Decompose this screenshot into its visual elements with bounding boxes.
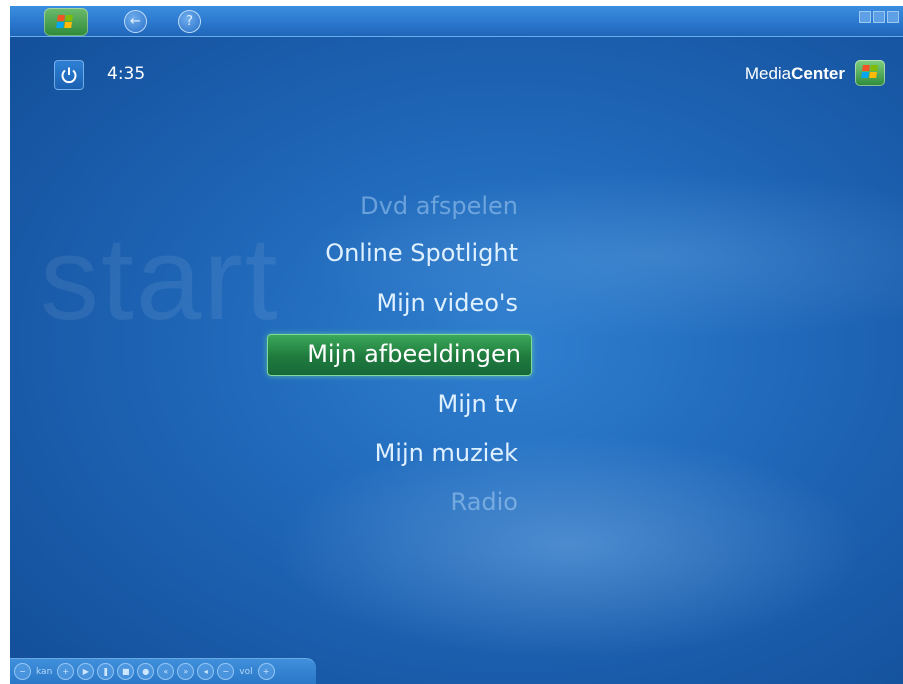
- transport-controls: − kan + ▶ ❚ ■ ● « » ◂ − vol +: [10, 658, 316, 684]
- start-watermark: start: [40, 213, 280, 345]
- power-icon[interactable]: [54, 60, 84, 90]
- windows-flag-icon: [56, 15, 74, 29]
- minimize-button[interactable]: [859, 11, 871, 23]
- menu-item-radio[interactable]: Radio: [451, 488, 518, 516]
- help-icon[interactable]: ?: [178, 10, 201, 33]
- menu-item-mijn-muziek[interactable]: Mijn muziek: [375, 439, 518, 467]
- media-center-brand: MediaCenter: [745, 64, 845, 84]
- volume-label: vol: [239, 666, 253, 677]
- record-icon[interactable]: ●: [137, 663, 155, 680]
- selected-menu-label: Mijn afbeeldingen: [307, 340, 521, 368]
- back-arrow-icon[interactable]: ←: [124, 10, 147, 33]
- window-controls: [859, 11, 899, 23]
- menu-item-online-spotlight[interactable]: Online Spotlight: [325, 239, 518, 267]
- play-icon[interactable]: ▶: [77, 663, 95, 680]
- volume-down-button[interactable]: −: [217, 663, 235, 680]
- menu-item-mijn-afbeeldingen[interactable]: Mijn afbeeldingen: [267, 334, 532, 376]
- menu-item-mijn-videos[interactable]: Mijn video's: [376, 289, 518, 317]
- channel-label: kan: [36, 666, 53, 677]
- close-button[interactable]: [887, 11, 899, 23]
- windows-flag-icon: [861, 65, 879, 79]
- windows-logo-icon: [855, 60, 885, 86]
- fast-forward-icon[interactable]: »: [177, 663, 195, 680]
- windows-logo-icon[interactable]: [44, 8, 88, 36]
- brand-center-text: Center: [791, 64, 845, 83]
- pause-icon[interactable]: ❚: [97, 663, 115, 680]
- volume-up-button[interactable]: +: [257, 663, 275, 680]
- channel-up-button[interactable]: +: [57, 663, 75, 680]
- channel-down-button[interactable]: −: [14, 663, 31, 680]
- top-toolbar: ← ?: [10, 6, 903, 37]
- media-center-window: ← ? 4:35 MediaCenter start Dvd afspelen …: [10, 6, 903, 684]
- stop-icon[interactable]: ■: [117, 663, 135, 680]
- menu-item-mijn-tv[interactable]: Mijn tv: [438, 390, 519, 418]
- clock-time: 4:35: [107, 64, 146, 84]
- maximize-button[interactable]: [873, 11, 885, 23]
- mute-icon[interactable]: ◂: [197, 663, 215, 680]
- rewind-icon[interactable]: «: [157, 663, 175, 680]
- menu-item-dvd-afspelen[interactable]: Dvd afspelen: [360, 192, 518, 220]
- brand-media-text: Media: [744, 64, 792, 83]
